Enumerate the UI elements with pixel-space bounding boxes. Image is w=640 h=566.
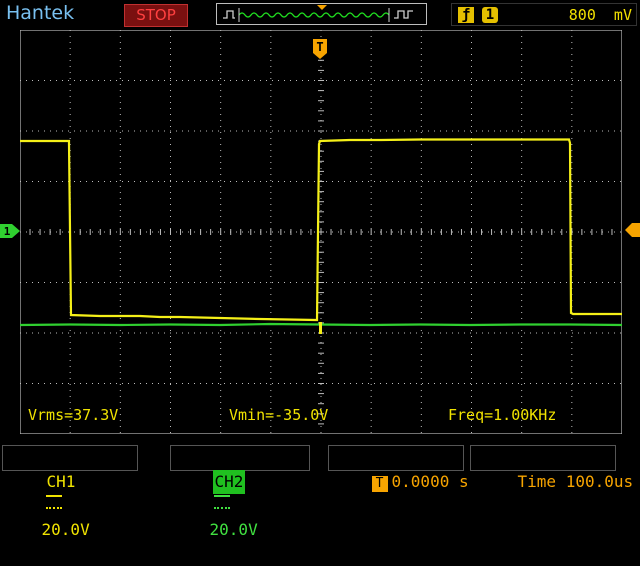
memory-waveform-icon	[223, 5, 413, 22]
brand-logo: Hantek	[6, 2, 75, 24]
horizontal-position-box[interactable]: T 0.0000 s	[328, 445, 469, 492]
memory-position-bar[interactable]	[216, 3, 427, 25]
trigger-source-badge: 1	[482, 7, 498, 23]
waveform-display[interactable]	[20, 30, 622, 434]
horizontal-position: 0.0000 s	[391, 472, 469, 491]
timebase: Time 100.0us	[517, 472, 634, 491]
trigger-settings[interactable]: ƒ 1 800 mV	[451, 3, 637, 26]
ch2-label: CH2	[212, 470, 246, 494]
vrms-readout: Vrms=37.3V	[28, 406, 119, 424]
run-stop-indicator[interactable]: STOP	[124, 4, 188, 27]
ch2-scale-box[interactable]: CH2 20.0V	[170, 445, 310, 539]
ch1-label: CH1	[46, 472, 76, 491]
timebase-box[interactable]: Time 100.0us	[470, 445, 633, 491]
dc-coupling-icon	[213, 495, 230, 509]
ch1-scale-box[interactable]: CH1 20.0V	[2, 445, 138, 539]
trigger-level: 800 mV	[568, 6, 632, 24]
rising-edge-icon: ƒ	[458, 7, 474, 23]
trigger-position-marker[interactable]: T	[311, 37, 331, 65]
ch1-ground-marker[interactable]: 1	[0, 222, 22, 244]
bottom-status-bar: CH1 20.0V CH2 20.0V T 0.0000 s Time 100.0…	[0, 443, 640, 539]
trigger-marker-label: T	[316, 40, 323, 54]
measurement-readouts: Vrms=37.3V Vmin=-35.0V Freq=1.00KHz	[0, 404, 640, 428]
ch1-ground-label: 1	[4, 225, 11, 238]
trigger-pointer-icon	[317, 5, 327, 10]
ch2-scale: 20.0V	[209, 520, 258, 539]
trigger-level-marker[interactable]	[624, 222, 640, 242]
frequency-readout: Freq=1.00KHz	[448, 406, 557, 424]
trigger-time-tick	[316, 321, 326, 340]
ch1-scale: 20.0V	[41, 520, 90, 539]
dc-coupling-icon	[45, 495, 62, 509]
vmin-readout: Vmin=-35.0V	[229, 406, 329, 424]
top-status-bar: Hantek STOP ƒ 1 800 mV	[0, 0, 640, 28]
trigger-position-icon: T	[371, 476, 388, 492]
